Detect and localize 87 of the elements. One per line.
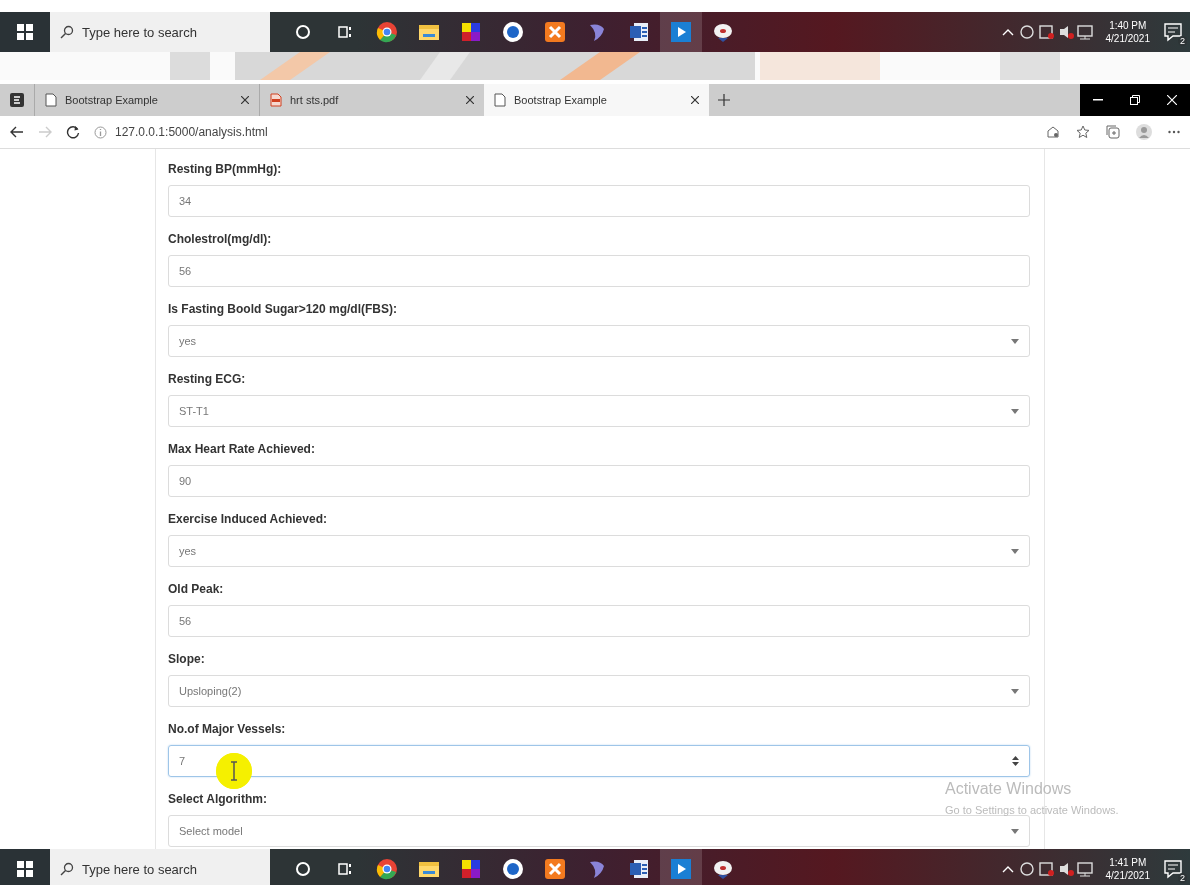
caret-icon xyxy=(1011,408,1019,414)
read-aloud-icon[interactable] xyxy=(1046,125,1060,139)
text-field[interactable]: 90 xyxy=(168,465,1030,497)
star-icon[interactable] xyxy=(1076,125,1090,139)
page-icon xyxy=(494,93,506,107)
clock-date[interactable]: 4/21/2021 xyxy=(1105,869,1150,882)
xampp-icon[interactable] xyxy=(544,858,566,880)
notification-count: 2 xyxy=(1178,873,1187,883)
browser-tab[interactable]: Bootstrap Example xyxy=(484,84,709,116)
caret-icon xyxy=(1011,338,1019,344)
close-icon[interactable] xyxy=(241,96,249,104)
cursor-highlight-icon xyxy=(216,753,252,789)
address-bar[interactable]: 127.0.0.1:5000/analysis.html xyxy=(115,125,268,139)
text-field[interactable]: 56 xyxy=(168,605,1030,637)
field-label: Old Peak: xyxy=(168,581,224,597)
activation-title: Activate Windows xyxy=(945,780,1073,798)
search-icon xyxy=(60,862,74,876)
tray-icons-drawing[interactable] xyxy=(1019,861,1094,877)
page-icon xyxy=(45,93,57,107)
number-field[interactable]: 7 xyxy=(168,745,1030,777)
search-icon xyxy=(60,25,74,39)
pdf-file-icon xyxy=(270,93,282,107)
field-label: Select Algorithm: xyxy=(168,791,267,807)
collections-icon[interactable] xyxy=(1106,125,1120,139)
notification-button[interactable]: 2 xyxy=(1162,858,1184,880)
disc-app-icon[interactable] xyxy=(712,21,734,43)
profile-avatar[interactable] xyxy=(1136,124,1152,140)
close-icon[interactable] xyxy=(466,96,474,104)
reload-icon[interactable] xyxy=(66,125,80,139)
spinner-icon[interactable] xyxy=(1012,756,1019,766)
field-label: Is Fasting Boold Sugar>120 mg/dl(FBS): xyxy=(168,301,398,317)
clock-time[interactable]: 1:41 PM xyxy=(1109,856,1147,869)
new-tab-icon[interactable] xyxy=(718,94,730,106)
search-field[interactable]: Type here to search xyxy=(50,849,270,885)
windows-icon xyxy=(17,24,33,40)
media-app-icon[interactable] xyxy=(670,21,692,43)
back-icon[interactable] xyxy=(10,126,24,138)
chevron-up-icon[interactable] xyxy=(1001,28,1014,36)
notification-button[interactable]: 2 xyxy=(1162,21,1184,43)
notification-count: 2 xyxy=(1178,36,1187,46)
chevron-up-icon[interactable] xyxy=(1001,865,1014,873)
field-label: Slope: xyxy=(168,651,205,667)
folder-icon[interactable] xyxy=(418,859,440,879)
dropdown[interactable]: Upsloping(2) xyxy=(168,675,1030,707)
dropdown[interactable]: yes xyxy=(168,535,1030,567)
task-view-icon[interactable] xyxy=(337,24,353,40)
clock-time[interactable]: 1:40 PM xyxy=(1109,19,1147,32)
text-field[interactable]: 56 xyxy=(168,255,1030,287)
browser-icon[interactable] xyxy=(376,858,398,880)
field-label: Resting BP(mmHg): xyxy=(168,161,282,177)
info-icon[interactable] xyxy=(94,125,107,139)
field-label: Cholestrol(mg/dl): xyxy=(168,231,272,247)
paint-app-icon[interactable] xyxy=(460,21,482,43)
tray-icons-drawing[interactable] xyxy=(1019,24,1094,40)
windows-icon xyxy=(17,861,33,877)
browser-logo-icon[interactable] xyxy=(10,93,24,107)
app-icon[interactable] xyxy=(502,21,524,43)
dropdown[interactable]: yes xyxy=(168,325,1030,357)
caret-icon xyxy=(1011,548,1019,554)
app-icon[interactable] xyxy=(502,858,524,880)
field-label: Max Heart Rate Achieved: xyxy=(168,441,315,457)
close-icon[interactable] xyxy=(691,96,699,104)
cortana-icon[interactable] xyxy=(295,861,311,877)
media-app-icon[interactable] xyxy=(670,858,692,880)
folder-icon[interactable] xyxy=(418,22,440,42)
field-label: No.of Major Vessels: xyxy=(168,721,286,737)
more-icon[interactable] xyxy=(1168,130,1180,134)
caret-icon xyxy=(1011,688,1019,694)
activation-message: Go to Settings to activate Windows. xyxy=(945,804,1119,816)
field-label: Exercise Induced Achieved: xyxy=(168,511,327,527)
disc-app-icon[interactable] xyxy=(712,858,734,880)
xampp-icon[interactable] xyxy=(544,21,566,43)
caret-icon xyxy=(1011,828,1019,834)
paint-app-icon[interactable] xyxy=(460,858,482,880)
document-app-icon[interactable] xyxy=(628,21,650,43)
cortana-icon[interactable] xyxy=(295,24,311,40)
search-field[interactable]: Type here to search xyxy=(50,12,270,52)
minimize-icon[interactable] xyxy=(1093,99,1104,101)
document-app-icon[interactable] xyxy=(628,858,650,880)
clock-date[interactable]: 4/21/2021 xyxy=(1105,32,1150,45)
field-label: Resting ECG: xyxy=(168,371,246,387)
text-field[interactable]: 34 xyxy=(168,185,1030,217)
restore-icon[interactable] xyxy=(1130,95,1140,105)
browser-icon[interactable] xyxy=(376,21,398,43)
dropdown[interactable]: Select model xyxy=(168,815,1030,847)
dropdown[interactable]: ST-T1 xyxy=(168,395,1030,427)
task-view-icon[interactable] xyxy=(337,861,353,877)
